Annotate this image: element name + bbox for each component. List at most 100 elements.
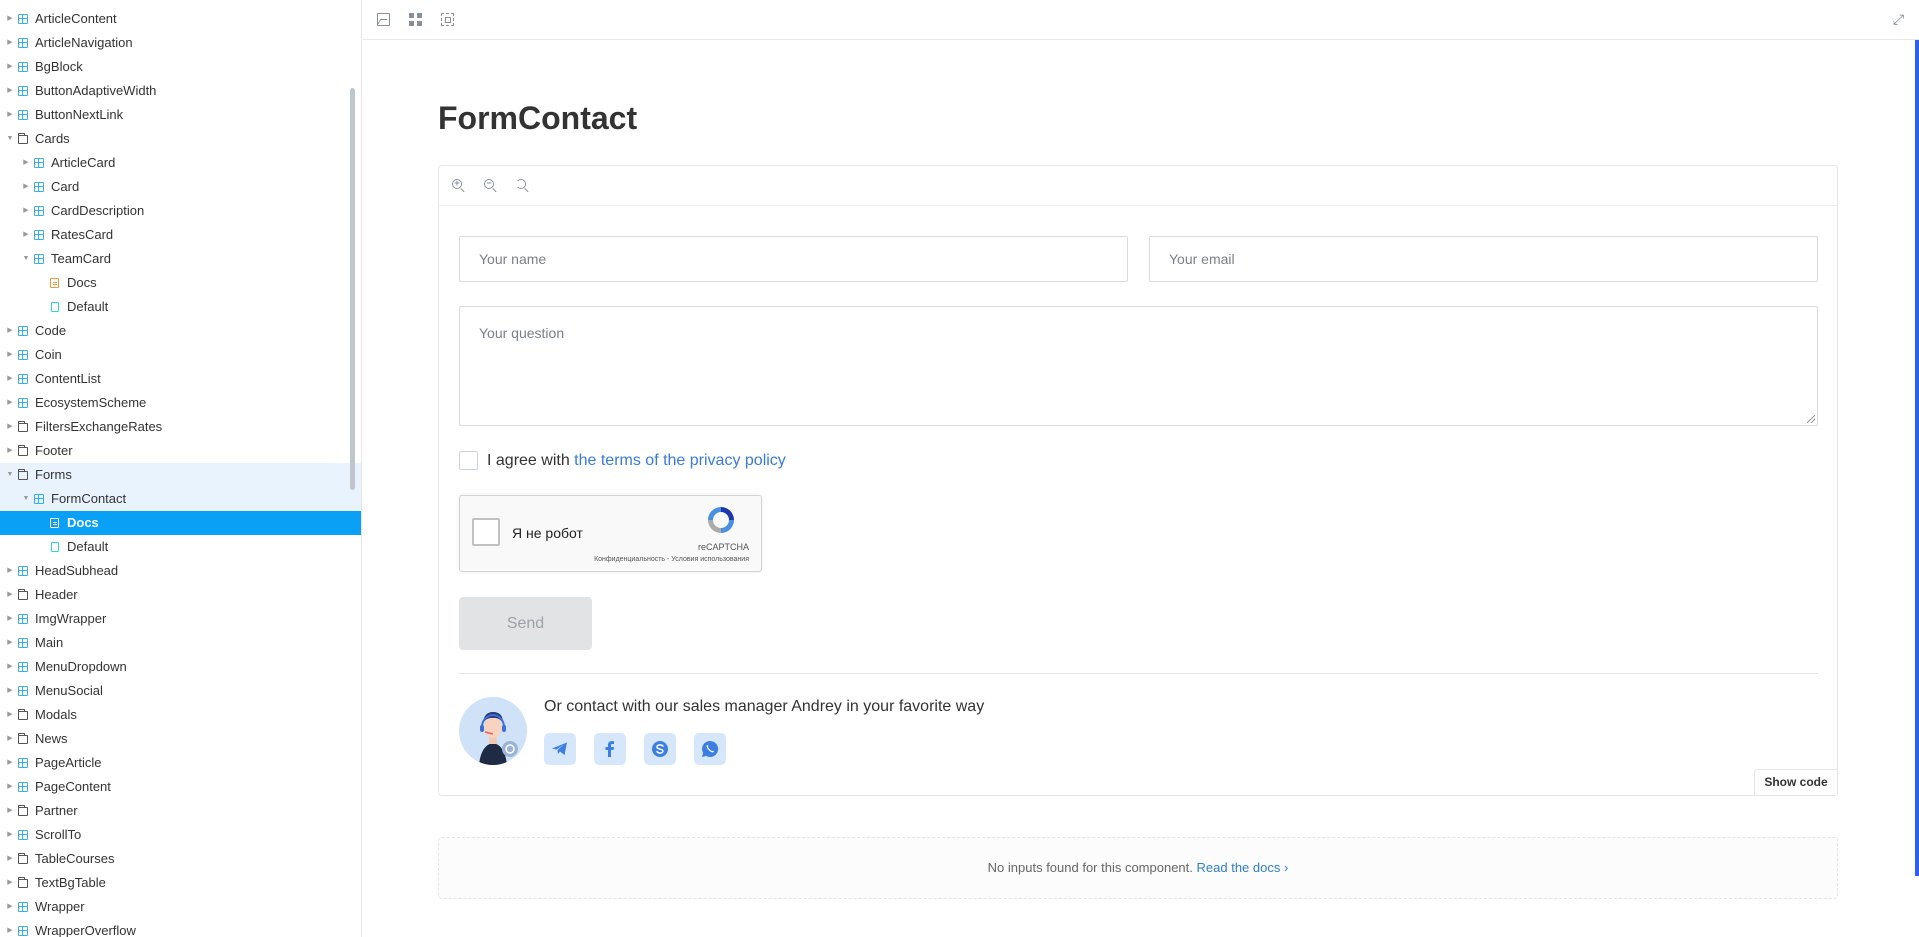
caret-right-icon[interactable]: ▶ [5,343,15,367]
zoom-in-icon[interactable]: + [451,178,467,194]
caret-right-icon[interactable]: ▶ [5,703,15,727]
caret-right-icon[interactable]: ▶ [5,847,15,871]
sidebar-item[interactable]: Docs [0,511,361,535]
grid-icon[interactable] [409,13,422,26]
sidebar-item[interactable]: ▶ ContentList [0,367,361,391]
sidebar-item[interactable]: ▶ News [0,727,361,751]
caret-right-icon[interactable]: ▶ [5,871,15,895]
caret-right-icon[interactable]: ▶ [5,103,15,127]
sidebar-item[interactable]: ▶ Main [0,631,361,655]
sidebar-item[interactable]: ▶ ScrollTo [0,823,361,847]
caret-right-icon[interactable]: ▶ [21,199,31,223]
sidebar-item[interactable]: ▶ Modals [0,703,361,727]
sidebar-item[interactable]: ▶ MenuDropdown [0,655,361,679]
caret-right-icon[interactable]: ▶ [5,415,15,439]
zoom-out-icon[interactable]: − [483,178,499,194]
agree-checkbox[interactable] [459,451,478,470]
sidebar-item[interactable]: ▶ Header [0,583,361,607]
sidebar-item[interactable]: ▼ Forms [0,463,361,487]
sidebar-item[interactable]: ▶ ArticleNavigation [0,31,361,55]
caret-right-icon[interactable]: ▶ [5,367,15,391]
telegram-icon[interactable] [544,733,576,765]
sidebar-item[interactable]: ▶ RatesCard [0,223,361,247]
caret-right-icon[interactable]: ▶ [21,223,31,247]
recaptcha-checkbox[interactable] [472,518,500,546]
sidebar-item-label: WrapperOverflow [35,923,136,937]
caret-down-icon[interactable]: ▼ [21,247,31,271]
sidebar-item[interactable]: ▶ BgBlock [0,55,361,79]
sidebar-item[interactable]: ▶ Code [0,319,361,343]
sidebar-item[interactable]: ▶ ArticleCard [0,151,361,175]
whatsapp-icon[interactable] [694,733,726,765]
sidebar-item[interactable]: ▶ Footer [0,439,361,463]
caret-right-icon[interactable]: ▶ [5,775,15,799]
sidebar-item[interactable]: Default [0,295,361,319]
sidebar-item[interactable]: ▼ Cards [0,127,361,151]
sidebar-item[interactable]: ▶ PageArticle [0,751,361,775]
caret-right-icon[interactable]: ▶ [5,583,15,607]
sidebar-item[interactable]: ▶ PageContent [0,775,361,799]
caret-right-icon[interactable]: ▶ [5,751,15,775]
question-textarea[interactable]: Your question [459,306,1818,426]
caret-right-icon[interactable]: ▶ [5,895,15,919]
sidebar-item[interactable]: ▶ ButtonNextLink [0,103,361,127]
outline-icon[interactable] [441,13,454,26]
caret-right-icon[interactable]: ▶ [21,151,31,175]
caret-right-icon[interactable]: ▶ [5,823,15,847]
sidebar-item[interactable]: ▶ TableCourses [0,847,361,871]
sidebar-item[interactable]: ▶ ButtonAdaptiveWidth [0,79,361,103]
right-scrollbar[interactable] [1915,40,1919,876]
sidebar-item[interactable]: Docs [0,271,361,295]
caret-right-icon[interactable]: ▶ [5,55,15,79]
caret-right-icon[interactable]: ▶ [5,919,15,937]
caret-right-icon[interactable]: ▶ [5,655,15,679]
caret-right-icon[interactable]: ▶ [5,679,15,703]
sidebar-item[interactable]: ▶ Card [0,175,361,199]
fullscreen-icon[interactable]: ⤢ [1892,12,1905,26]
sidebar-item[interactable]: ▶ TextBgTable [0,871,361,895]
sidebar-item[interactable]: ▶ Partner [0,799,361,823]
caret-right-icon[interactable]: ▶ [5,799,15,823]
sidebar-item[interactable]: ▶ FiltersExchangeRates [0,415,361,439]
skype-icon[interactable] [644,733,676,765]
sidebar-item[interactable]: ▼ TeamCard [0,247,361,271]
sidebar-item[interactable]: ▶ Coin [0,343,361,367]
sidebar-scrollbar[interactable] [350,88,355,490]
caret-right-icon[interactable]: ▶ [5,79,15,103]
read-docs-link[interactable]: Read the docs › [1197,860,1289,875]
recaptcha-terms[interactable]: Конфиденциальность - Условия использован… [594,556,749,563]
caret-right-icon[interactable]: ▶ [5,7,15,31]
sidebar-item[interactable]: ▶ WrapperOverflow [0,919,361,937]
caret-down-icon[interactable]: ▼ [5,463,15,487]
caret-right-icon[interactable]: ▶ [5,439,15,463]
caret-down-icon[interactable]: ▼ [5,127,15,151]
sidebar-item[interactable]: ▶ ImgWrapper [0,607,361,631]
sidebar-item[interactable]: ▶ CardDescription [0,199,361,223]
image-icon[interactable] [377,13,390,26]
caret-right-icon[interactable]: ▶ [21,175,31,199]
sidebar-item[interactable]: ▶ EcosystemScheme [0,391,361,415]
caret-right-icon[interactable]: ▶ [5,727,15,751]
privacy-policy-link[interactable]: the terms of the privacy policy [574,452,786,469]
caret-right-icon[interactable]: ▶ [5,631,15,655]
email-input[interactable]: Your email [1149,236,1818,282]
caret-right-icon[interactable]: ▶ [5,391,15,415]
sidebar-item[interactable]: ▼ FormContact [0,487,361,511]
caret-right-icon[interactable]: ▶ [5,607,15,631]
sidebar-item[interactable]: ▶ MenuSocial [0,679,361,703]
sidebar-item[interactable]: ▶ ArticleContent [0,7,361,31]
caret-right-icon[interactable]: ▶ [5,319,15,343]
send-button[interactable]: Send [459,597,592,650]
caret-down-icon[interactable]: ▼ [21,487,31,511]
resize-handle-icon[interactable] [1807,415,1815,423]
zoom-reset-icon[interactable] [515,178,531,194]
sidebar-item[interactable]: Default [0,535,361,559]
folder-icon [17,733,28,744]
caret-right-icon[interactable]: ▶ [5,559,15,583]
facebook-icon[interactable] [594,733,626,765]
sidebar-item[interactable]: ▶ HeadSubhead [0,559,361,583]
sidebar-item[interactable]: ▶ Wrapper [0,895,361,919]
show-code-button[interactable]: Show code [1754,769,1837,795]
name-input[interactable]: Your name [459,236,1128,282]
caret-right-icon[interactable]: ▶ [5,31,15,55]
